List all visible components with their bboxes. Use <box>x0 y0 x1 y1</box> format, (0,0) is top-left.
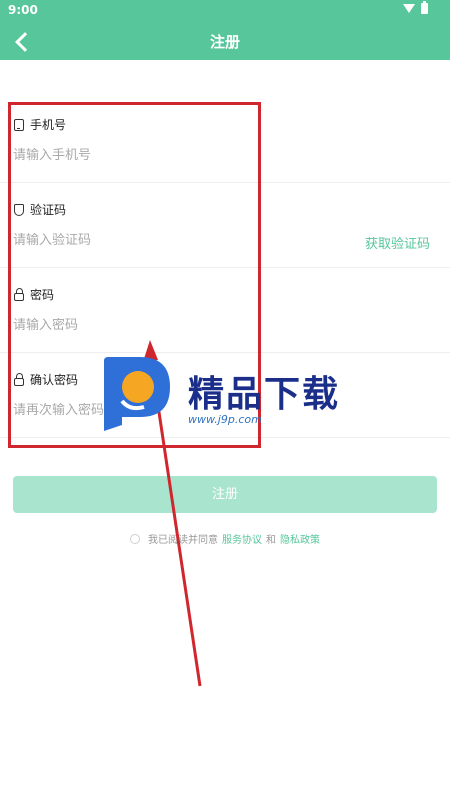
watermark-logo: 精品下载 www.j9p.com <box>100 355 350 445</box>
watermark-url: www.j9p.com <box>188 413 262 426</box>
watermark-name: 精品下载 <box>188 374 341 415</box>
watermark-p-icon <box>104 357 170 431</box>
